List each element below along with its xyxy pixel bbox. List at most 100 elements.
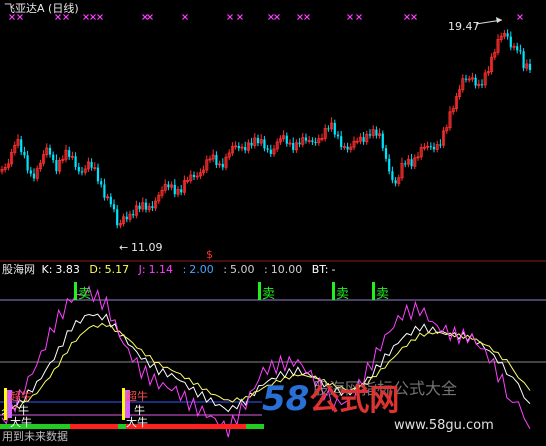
param-j: J: 1.14 bbox=[139, 263, 176, 276]
candle-body bbox=[429, 146, 432, 148]
candle-body bbox=[221, 163, 224, 168]
sell-signal-bar bbox=[332, 282, 335, 300]
candle-body bbox=[432, 146, 436, 150]
candle-body bbox=[237, 145, 240, 149]
sell-signal-bar bbox=[74, 282, 77, 300]
low-price-label: 11.09 bbox=[131, 241, 163, 254]
candle-body bbox=[474, 77, 477, 86]
candle-body bbox=[109, 196, 112, 205]
sell-signal-bar bbox=[258, 282, 261, 300]
candle-body bbox=[55, 160, 58, 172]
param-6-label: : bbox=[264, 263, 268, 276]
candle-body bbox=[256, 137, 260, 144]
candle-body bbox=[215, 155, 218, 165]
param-bt-label: BT: bbox=[311, 263, 329, 276]
param-k-label: K: bbox=[41, 263, 53, 276]
candle-body bbox=[250, 142, 253, 146]
watermark-logo-number: 58 bbox=[262, 379, 310, 419]
param-d: D: 5.17 bbox=[89, 263, 132, 276]
candle-body bbox=[336, 134, 340, 137]
candle-body bbox=[96, 167, 100, 182]
candle-body bbox=[29, 170, 32, 174]
candle-body bbox=[26, 155, 29, 171]
indicator-name: 股海网 bbox=[2, 263, 35, 276]
watermark-url: www.58gu.com bbox=[394, 418, 494, 433]
param-5-label: : bbox=[223, 263, 227, 276]
super-bull-label: 超牛 bbox=[126, 390, 148, 403]
candle-body bbox=[509, 36, 512, 48]
candle-body bbox=[528, 63, 532, 70]
candle-body bbox=[384, 148, 388, 159]
high-price-label: 19.47 bbox=[448, 20, 480, 33]
candle-body bbox=[394, 180, 397, 184]
candle-body bbox=[32, 173, 36, 179]
candle-body bbox=[180, 189, 183, 193]
candle-body bbox=[116, 209, 119, 226]
candle-body bbox=[410, 159, 413, 167]
candle-body bbox=[151, 206, 154, 209]
candle-body bbox=[375, 129, 378, 136]
param-k-value: 3.83 bbox=[55, 263, 80, 276]
candle-body bbox=[132, 214, 135, 216]
param-j-label: J: bbox=[138, 263, 146, 276]
candle-body bbox=[192, 174, 196, 177]
candle-body bbox=[340, 136, 343, 147]
candle-body bbox=[173, 184, 176, 195]
candle-body bbox=[522, 51, 525, 69]
indicator-header: 股海网 K: 3.83 D: 5.17 J: 1.14 :2.00 :5.00 :10… bbox=[2, 263, 341, 276]
candle-body bbox=[285, 135, 288, 144]
big-bull-label: 大牛 bbox=[10, 416, 32, 429]
candle-body bbox=[244, 147, 247, 151]
candle-body bbox=[20, 139, 23, 152]
watermark-logo-text: 公式网 bbox=[309, 383, 400, 418]
bull-signal-bar bbox=[4, 388, 7, 420]
candle-body bbox=[52, 154, 55, 161]
param-bt: BT: - bbox=[312, 263, 339, 276]
sell-label: 卖 bbox=[376, 287, 390, 302]
candle-body bbox=[333, 122, 336, 135]
candle-body bbox=[314, 141, 317, 143]
candle-body bbox=[298, 142, 301, 145]
param-5: :5.00 bbox=[223, 263, 257, 276]
candle-body bbox=[292, 143, 295, 150]
param-6: :10.00 bbox=[264, 263, 305, 276]
candle-body bbox=[362, 137, 365, 142]
candle-body bbox=[346, 146, 349, 150]
candle-body bbox=[519, 50, 522, 52]
candle-body bbox=[74, 156, 77, 168]
big-bull-label: 大牛 bbox=[126, 416, 148, 429]
candle-body bbox=[388, 158, 391, 172]
param-d-label: D: bbox=[89, 263, 102, 276]
candle-body bbox=[80, 171, 84, 173]
param-4-label: : bbox=[182, 263, 187, 276]
candle-body bbox=[100, 181, 103, 185]
candle-body bbox=[125, 216, 128, 220]
candle-body bbox=[144, 202, 148, 210]
candle-body bbox=[464, 78, 468, 80]
candle-body bbox=[23, 151, 26, 156]
param-j-value: 1.14 bbox=[148, 263, 174, 276]
candle-body bbox=[381, 133, 384, 149]
candle-body bbox=[304, 137, 308, 141]
candle-body bbox=[138, 205, 141, 210]
chart-title: 飞亚达A (日线) bbox=[4, 2, 79, 15]
candle-body bbox=[103, 184, 106, 198]
candle-body bbox=[311, 140, 314, 142]
footer-note: 用到未来数据 bbox=[2, 430, 68, 443]
watermark-logo: 58公式网 bbox=[262, 382, 399, 416]
candle-body bbox=[263, 139, 266, 149]
sell-label: 卖 bbox=[336, 287, 350, 302]
low-price-arrow: ← bbox=[119, 241, 129, 254]
sell-label: 卖 bbox=[78, 287, 92, 302]
candle-body bbox=[68, 150, 71, 157]
candle-body bbox=[480, 84, 484, 86]
candle-body bbox=[48, 147, 52, 155]
candle-body bbox=[368, 134, 372, 136]
sell-signal-bar bbox=[372, 282, 375, 300]
bull-signal-bar bbox=[122, 388, 125, 420]
candle-body bbox=[90, 161, 93, 168]
param-bt-value: - bbox=[331, 263, 336, 276]
param-4-value: 2.00 bbox=[189, 263, 214, 276]
sell-label: 卖 bbox=[262, 287, 276, 302]
dollar-marker: $ bbox=[206, 248, 213, 261]
